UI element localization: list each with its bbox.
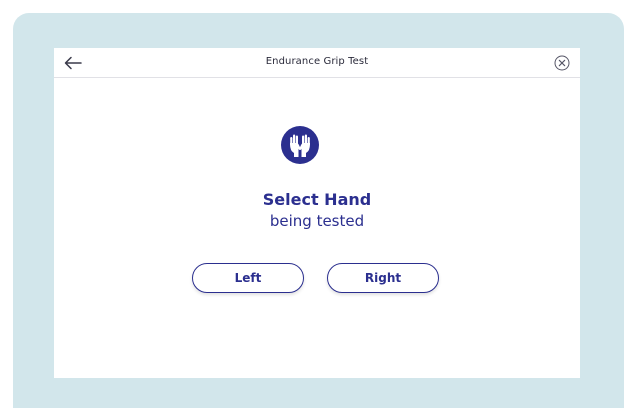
select-hand-subheading: being tested (269, 212, 365, 230)
left-hand-button[interactable]: Left (192, 263, 304, 293)
right-hand-button[interactable]: Right (327, 263, 439, 293)
close-circle-icon (554, 55, 570, 71)
hands-icon (281, 126, 319, 164)
top-bar: Endurance Grip Test (54, 48, 580, 78)
select-hand-heading: Select Hand (262, 190, 372, 209)
page-title: Endurance Grip Test (265, 56, 369, 67)
app-screen: Endurance Grip Test Select Hand being te… (54, 48, 580, 378)
close-button[interactable] (552, 53, 572, 73)
